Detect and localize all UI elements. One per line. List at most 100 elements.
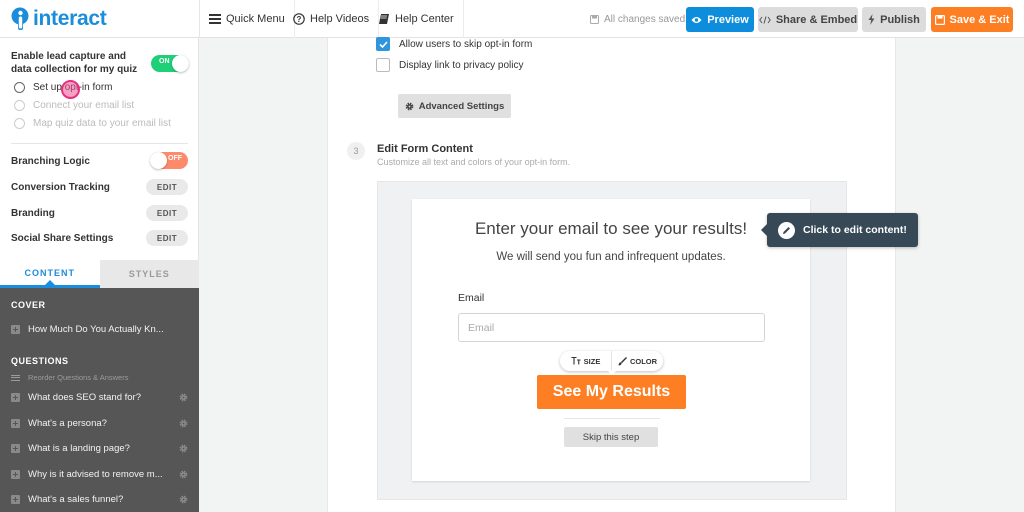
help-videos-label: Help Videos <box>310 13 370 25</box>
sidebar: Enable lead capture and data collection … <box>0 38 199 512</box>
paintbrush-icon <box>618 356 627 366</box>
text-size-icon <box>571 357 581 365</box>
preview-button[interactable]: Preview <box>686 7 754 32</box>
edit-content-tooltip: Click to edit content! <box>761 213 918 247</box>
share-embed-label: Share & Embed <box>775 13 858 26</box>
skip-step-button[interactable]: Skip this step <box>564 427 658 447</box>
svg-text:?: ? <box>297 15 302 24</box>
cover-item[interactable]: How Much Do You Actually Kn... <box>11 321 188 337</box>
expand-icon[interactable] <box>11 392 20 402</box>
radio-setup-optin[interactable]: Set up opt-in form <box>14 82 112 93</box>
expand-icon[interactable] <box>11 324 20 334</box>
cover-heading: COVER <box>11 300 46 310</box>
question-label: What is a landing page? <box>28 442 130 454</box>
option-label: Allow users to skip opt-in form <box>399 38 533 50</box>
lead-capture-label: Enable lead capture and data collection … <box>11 51 138 75</box>
lead-capture-toggle[interactable]: ON <box>151 55 189 72</box>
quick-menu-label: Quick Menu <box>226 13 285 25</box>
logo[interactable]: interact <box>10 6 107 32</box>
floppy-disk-icon <box>590 14 599 24</box>
form-title[interactable]: Enter your email to see your results! <box>412 219 810 239</box>
divider <box>564 418 660 419</box>
question-item[interactable]: Why is it advised to remove m... <box>11 466 188 482</box>
button-style-toolbar: SIZE COLOR <box>560 351 663 371</box>
checkbox-checked[interactable] <box>376 37 390 51</box>
toggle-state-label: ON <box>159 58 170 65</box>
code-icon <box>759 15 771 24</box>
save-exit-label: Save & Exit <box>949 13 1010 26</box>
gear-icon[interactable] <box>179 393 188 402</box>
setting-label: Social Share Settings <box>11 232 114 244</box>
email-label[interactable]: Email <box>458 292 484 304</box>
radio-label: Map quiz data to your email list <box>33 118 171 129</box>
gear-icon[interactable] <box>179 444 188 453</box>
optin-form-card: Enter your email to see your results! We… <box>412 199 810 481</box>
publish-button[interactable]: Publish <box>862 7 926 32</box>
see-my-results-button[interactable]: See My Results <box>537 375 686 409</box>
reorder-questions-link[interactable]: Reorder Questions & Answers <box>11 373 128 382</box>
tooltip-text: Click to edit content! <box>803 224 907 236</box>
radio-button[interactable] <box>14 118 25 129</box>
share-embed-button[interactable]: Share & Embed <box>758 7 858 32</box>
advanced-settings-button[interactable]: Advanced Settings <box>398 94 511 118</box>
interact-logo-icon <box>11 7 29 30</box>
checkbox-unchecked[interactable] <box>376 58 390 72</box>
branding-edit-button[interactable]: EDIT <box>146 205 188 221</box>
expand-icon[interactable] <box>11 494 20 504</box>
color-label: COLOR <box>629 356 658 366</box>
conversion-tracking-edit-button[interactable]: EDIT <box>146 179 188 195</box>
color-button[interactable]: COLOR <box>612 351 663 371</box>
size-button[interactable]: SIZE <box>560 351 611 371</box>
radio-label: Connect your email list <box>33 100 135 111</box>
step-subtitle: Customize all text and colors of your op… <box>377 157 571 167</box>
help-center-label: Help Center <box>395 13 454 25</box>
setting-social-share: Social Share Settings EDIT <box>11 229 188 247</box>
toggle-knob <box>150 152 167 169</box>
publish-label: Publish <box>880 13 920 26</box>
branching-logic-toggle[interactable]: OFF <box>150 152 188 169</box>
setting-branding: Branding EDIT <box>11 204 188 222</box>
question-circle-icon: ? <box>293 13 305 25</box>
expand-icon[interactable] <box>11 418 20 428</box>
radio-connect-email-list[interactable]: Connect your email list <box>14 100 134 111</box>
quick-menu-button[interactable]: Quick Menu <box>200 0 295 38</box>
tab-label: STYLES <box>128 269 170 279</box>
email-input[interactable] <box>458 313 765 342</box>
tab-styles[interactable]: STYLES <box>99 260 199 288</box>
setting-conversion-tracking: Conversion Tracking EDIT <box>11 178 188 196</box>
expand-icon[interactable] <box>11 443 20 453</box>
check-icon <box>378 40 388 48</box>
expand-icon[interactable] <box>11 469 20 479</box>
floppy-disk-icon <box>934 14 945 25</box>
cover-item-label: How Much Do You Actually Kn... <box>28 323 164 335</box>
preview-label: Preview <box>707 13 749 26</box>
eye-icon <box>691 16 702 24</box>
social-share-edit-button[interactable]: EDIT <box>146 230 188 246</box>
question-item[interactable]: What's a persona? <box>11 415 188 431</box>
lightning-icon <box>868 14 875 25</box>
form-subtitle[interactable]: We will send you fun and infrequent upda… <box>412 251 810 263</box>
gear-icon <box>405 102 414 111</box>
gear-icon[interactable] <box>179 419 188 428</box>
content-outline: COVER How Much Do You Actually Kn... QUE… <box>0 288 199 512</box>
radio-button[interactable] <box>14 100 25 111</box>
option-allow-skip[interactable]: Allow users to skip opt-in form <box>376 37 532 51</box>
question-item[interactable]: What is a landing page? <box>11 440 188 456</box>
question-item[interactable]: What's a sales funnel? <box>11 491 188 507</box>
top-bar: interact Quick Menu ? Help Videos Help C… <box>0 0 1024 38</box>
radio-map-quiz-data[interactable]: Map quiz data to your email list <box>14 118 171 129</box>
question-label: What's a persona? <box>28 417 107 429</box>
radio-button[interactable] <box>14 82 25 93</box>
tab-content[interactable]: CONTENT <box>0 260 100 288</box>
option-privacy-link[interactable]: Display link to privacy policy <box>376 58 524 72</box>
questions-heading: QUESTIONS <box>11 356 69 366</box>
hamburger-icon <box>209 14 221 24</box>
help-videos-button[interactable]: ? Help Videos <box>284 0 380 38</box>
save-exit-button[interactable]: Save & Exit <box>931 7 1013 32</box>
setting-label: Branding <box>11 207 55 219</box>
gear-icon[interactable] <box>179 470 188 479</box>
help-center-button[interactable]: Help Center <box>369 0 464 38</box>
question-label: What's a sales funnel? <box>28 493 124 505</box>
question-item[interactable]: What does SEO stand for? <box>11 389 188 405</box>
gear-icon[interactable] <box>179 495 188 504</box>
